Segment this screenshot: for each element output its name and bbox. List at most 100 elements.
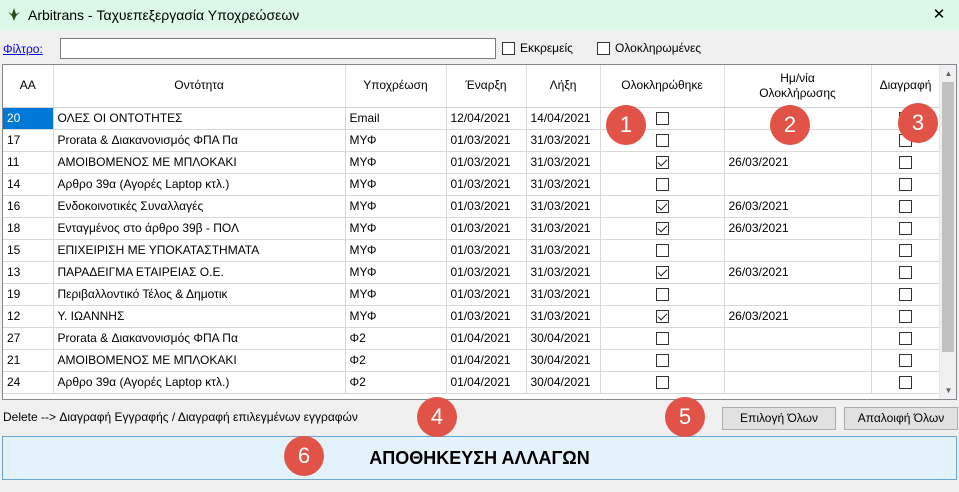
cell-end[interactable]: 14/04/2021 [526,107,601,130]
cell-obligation[interactable]: Φ2 [345,327,447,350]
cell-aa[interactable]: 11 [3,151,54,174]
done-checkbox[interactable] [655,288,669,302]
cell-aa[interactable]: 17 [3,129,54,152]
cell-obligation[interactable]: ΜΥΦ [345,129,447,152]
done-checkbox[interactable] [655,332,669,346]
table-row[interactable]: 19 Περιβαλλοντικό Τέλος & Δημοτικ ΜΥΦ 01/03… [3,283,941,306]
cell-aa[interactable]: 19 [3,283,54,306]
cell-end[interactable]: 31/03/2021 [526,261,601,284]
save-changes-button[interactable]: ΑΠΟΘΗΚΕΥΣΗ ΑΛΛΑΓΩΝ [2,436,957,480]
col-done-date[interactable]: Ημ/νία Ολοκλήρωσης [724,65,872,108]
delete-checkbox[interactable] [899,332,912,346]
done-checkbox[interactable] [655,376,669,390]
delete-checkbox[interactable] [899,156,912,170]
cell-end[interactable]: 31/03/2021 [526,217,601,240]
cell-aa[interactable]: 27 [3,327,54,350]
cell-aa[interactable]: 12 [3,305,54,328]
filter-input[interactable] [60,38,496,59]
cell-done-date[interactable]: 26/03/2021 [724,261,872,284]
cell-obligation[interactable]: ΜΥΦ [345,151,447,174]
scroll-up-icon[interactable]: ▲ [940,65,956,82]
cell-aa[interactable]: 15 [3,239,54,262]
delete-checkbox[interactable] [899,178,912,192]
cell-end[interactable]: 31/03/2021 [526,151,601,174]
cell-aa[interactable]: 20 [3,107,54,130]
cell-obligation[interactable]: ΜΥΦ [345,173,447,196]
table-row[interactable]: 15 ΕΠΙΧΕΙΡΙΣΗ ΜΕ ΥΠΟΚΑΤΑΣΤΗΜΑΤΑ ΜΥΦ 01/03/2… [3,239,941,262]
done-checkbox[interactable] [655,244,669,258]
cell-start[interactable]: 01/03/2021 [446,151,527,174]
cell-obligation[interactable]: Email [345,107,447,130]
cell-start[interactable]: 01/04/2021 [446,349,527,372]
col-entity[interactable]: Οντότητα [53,65,346,108]
delete-checkbox[interactable] [899,200,912,214]
cell-end[interactable]: 30/04/2021 [526,349,601,372]
cell-obligation[interactable]: ΜΥΦ [345,305,447,328]
cell-start[interactable]: 01/03/2021 [446,173,527,196]
cell-start[interactable]: 01/03/2021 [446,129,527,152]
cell-obligation[interactable]: Φ2 [345,371,447,394]
table-row[interactable]: 27 Prorata & Διακανονισμός ΦΠΑ Πα Φ2 01/04/… [3,327,941,350]
done-checkbox[interactable] [655,112,669,126]
cell-aa[interactable]: 16 [3,195,54,218]
clear-all-button[interactable]: Απαλοιφή Όλων [844,407,958,430]
cell-start[interactable]: 01/04/2021 [446,371,527,394]
done-checkbox[interactable] [655,222,669,236]
filter-link[interactable]: Φίλτρο: [3,42,43,56]
cell-done-date[interactable] [724,327,872,350]
col-done[interactable]: Ολοκληρώθηκε [600,65,725,108]
table-row[interactable]: 12 Υ. ΙΩΑΝΝΗΣ ΜΥΦ 01/03/2021 31/03/2021 26/03… [3,305,941,328]
cell-done-date[interactable]: 26/03/2021 [724,151,872,174]
cell-done-date[interactable] [724,349,872,372]
table-row[interactable]: 18 Ενταγμένος στο άρθρο 39β - ΠΟΛ ΜΥΦ 01/03… [3,217,941,240]
pending-checkbox[interactable] [502,41,515,55]
cell-start[interactable]: 01/03/2021 [446,217,527,240]
done-checkbox[interactable] [655,156,669,170]
done-checkbox[interactable] [655,266,669,280]
delete-checkbox[interactable] [899,222,912,236]
cell-obligation[interactable]: ΜΥΦ [345,195,447,218]
completed-option[interactable]: Ολοκληρωμένες [597,41,701,55]
completed-checkbox[interactable] [597,41,610,55]
cell-done-date[interactable] [724,239,872,262]
obligations-grid[interactable]: ΑΑ Οντότητα Υποχρέωση Έναρξη Λήξη Ολοκλη… [2,64,957,400]
cell-start[interactable]: 01/03/2021 [446,283,527,306]
cell-entity[interactable]: ΑΜΟΙΒΟΜΕΝΟΣ ΜΕ ΜΠΛΟΚΑΚΙ [53,349,346,372]
col-delete[interactable]: Διαγραφή [871,65,941,108]
table-row[interactable]: 24 Αρθρο 39α (Αγορές Laptop κτλ.) Φ2 01/04/… [3,371,941,394]
cell-entity[interactable]: Ενταγμένος στο άρθρο 39β - ΠΟΛ [53,217,346,240]
cell-end[interactable]: 31/03/2021 [526,305,601,328]
cell-entity[interactable]: ΠΑΡΑΔΕΙΓΜΑ ΕΤΑΙΡΕΙΑΣ Ο.Ε. [53,261,346,284]
pending-option[interactable]: Εκκρεμείς [502,41,573,55]
cell-entity[interactable]: Υ. ΙΩΑΝΝΗΣ [53,305,346,328]
done-checkbox[interactable] [655,354,669,368]
table-row[interactable]: 11 ΑΜΟΙΒΟΜΕΝΟΣ ΜΕ ΜΠΛΟΚΑΚΙ ΜΥΦ 01/03/2021 31… [3,151,941,174]
cell-done-date[interactable] [724,283,872,306]
delete-checkbox[interactable] [899,288,912,302]
table-row[interactable]: 21 ΑΜΟΙΒΟΜΕΝΟΣ ΜΕ ΜΠΛΟΚΑΚΙ Φ2 01/04/2021 30/… [3,349,941,372]
scroll-thumb[interactable] [942,82,954,352]
cell-start[interactable]: 01/03/2021 [446,305,527,328]
table-row[interactable]: 16 Ενδοκοινοτικές Συναλλαγές ΜΥΦ 01/03/2021… [3,195,941,218]
cell-aa[interactable]: 18 [3,217,54,240]
table-row[interactable]: 14 Αρθρο 39α (Αγορές Laptop κτλ.) ΜΥΦ 01/03… [3,173,941,196]
select-all-button[interactable]: Επιλογή Όλων [722,407,836,430]
col-end[interactable]: Λήξη [526,65,601,108]
cell-start[interactable]: 01/03/2021 [446,239,527,262]
cell-entity[interactable]: Prorata & Διακανονισμός ΦΠΑ Πα [53,129,346,152]
cell-start[interactable]: 01/04/2021 [446,327,527,350]
vertical-scrollbar[interactable]: ▲ ▼ [939,65,956,399]
cell-done-date[interactable] [724,173,872,196]
cell-aa[interactable]: 21 [3,349,54,372]
cell-end[interactable]: 30/04/2021 [526,327,601,350]
col-start[interactable]: Έναρξη [446,65,527,108]
scroll-down-icon[interactable]: ▼ [940,382,956,399]
cell-end[interactable]: 31/03/2021 [526,239,601,262]
col-obligation[interactable]: Υποχρέωση [345,65,447,108]
cell-obligation[interactable]: ΜΥΦ [345,261,447,284]
cell-obligation[interactable]: Φ2 [345,349,447,372]
cell-start[interactable]: 01/03/2021 [446,195,527,218]
cell-entity[interactable]: Ενδοκοινοτικές Συναλλαγές [53,195,346,218]
done-checkbox[interactable] [655,134,669,148]
col-aa[interactable]: ΑΑ [3,65,54,108]
